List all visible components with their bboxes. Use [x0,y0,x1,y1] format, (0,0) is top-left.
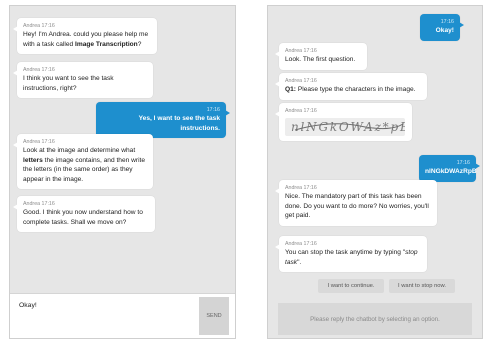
message-input[interactable]: Okay! [19,302,37,309]
captcha-noise-line [294,123,404,131]
bot-message: Andrea 17:16 Hey! I'm Andrea. could you … [13,18,157,54]
message-meta: Andrea 17:16 [285,78,317,84]
message-text: nlNGkDWAzRpB [425,168,477,175]
message-meta: Andrea 17:16 [285,185,317,191]
bot-message: Andrea 17:16 Good. I think you now under… [13,196,155,232]
message-meta: Andrea 17:16 [23,23,55,29]
bot-message: Andrea 17:16 nlNGkOWAz*pB [275,103,412,141]
bot-message: Andrea 17:16 Nice. The mandatory part of… [275,180,437,226]
message-meta: Andrea 17:16 [285,108,317,114]
message-text: Look. The first question. [285,56,356,63]
bot-message: Andrea 17:16 Look at the image and deter… [13,134,153,189]
stop-option-button[interactable]: I want to stop now. [389,279,455,293]
user-message: 17:16 nlNGkDWAzRpB [419,155,480,182]
message-meta: Andrea 17:16 [23,67,55,73]
message-text: Good. I think you now understand how to … [23,209,143,226]
message-meta: Andrea 17:16 [23,201,55,207]
message-meta: 17:16 [206,107,220,113]
user-message: 17:16 Okay! [420,14,464,41]
continue-option-button[interactable]: I want to continue. [318,279,384,293]
message-meta: Andrea 17:16 [285,48,317,54]
user-message: 17:16 Yes, I want to see the task instru… [96,102,230,138]
message-meta: 17:16 [440,19,454,25]
message-text: Okay! [435,27,454,34]
bot-message: Andrea 17:16 You can stop the task anyti… [275,236,427,272]
message-text: Q1: Please type the characters in the im… [285,86,416,93]
message-composer: Okay! SEND [10,293,235,338]
captcha-image: nlNGkOWAz*pB [285,118,405,136]
message-text: Yes, I want to see the task instructions… [138,115,220,132]
message-text: Hey! I'm Andrea. could you please help m… [23,31,149,48]
message-text: I think you want to see the task instruc… [23,75,114,92]
right-chat-panel: 17:16 Okay! Andrea 17:16 Look. The first… [267,5,483,339]
message-text: Look at the image and determine what let… [23,147,146,183]
message-meta: Andrea 17:16 [23,139,55,145]
message-text: You can stop the task anytime by typing … [285,249,418,266]
bot-message: Andrea 17:16 Q1: Please type the charact… [275,73,427,100]
message-text: Nice. The mandatory part of this task ha… [285,193,429,219]
reply-prompt-bar: Please reply the chatbot by selecting an… [278,303,472,335]
bot-message: Andrea 17:16 I think you want to see the… [13,62,153,98]
left-chat-panel: Andrea 17:16 Hey! I'm Andrea. could you … [9,5,236,339]
send-button[interactable]: SEND [199,297,229,335]
bot-message: Andrea 17:16 Look. The first question. [275,43,367,70]
message-meta: Andrea 17:16 [285,241,317,247]
message-meta: 17:16 [456,160,470,166]
